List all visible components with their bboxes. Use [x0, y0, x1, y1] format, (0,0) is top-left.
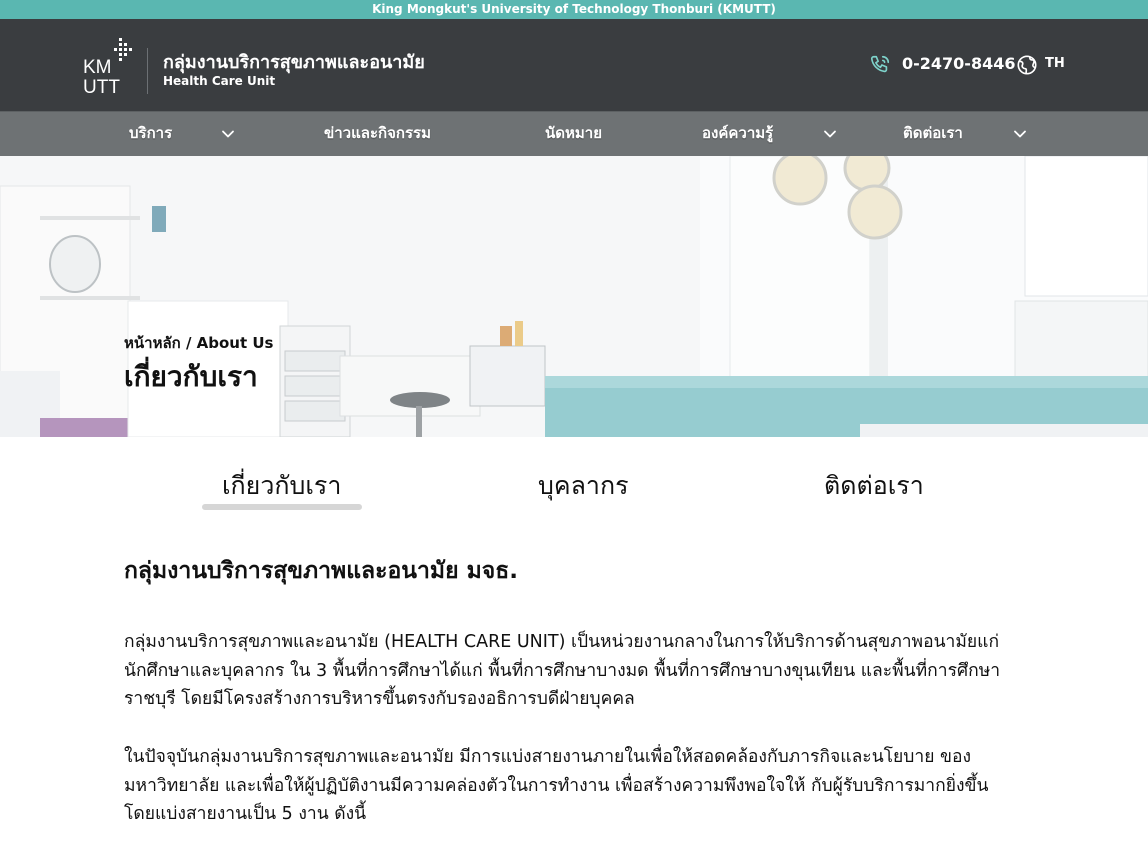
university-banner: King Mongkut's University of Technology …	[0, 0, 1148, 19]
tab-contact[interactable]: ติดต่อเรา	[824, 466, 924, 506]
tab-about[interactable]: เกี่ยวกับเรา	[222, 466, 341, 506]
logo-text-top: KM	[83, 57, 112, 78]
language-switcher[interactable]: TH	[1045, 56, 1065, 71]
breadcrumb[interactable]: หน้าหลัก / About Us	[124, 331, 273, 355]
logo-divider	[147, 48, 148, 94]
section-heading: กลุ่มงานบริการสุขภาพและอนามัย มจธ.	[124, 558, 518, 584]
nav-item-contact[interactable]: ติดต่อเรา	[903, 112, 963, 156]
nav-item-services[interactable]: บริการ	[129, 112, 172, 156]
phone-number[interactable]: 0-2470-8446	[902, 54, 1015, 73]
kmutt-logo[interactable]: KM UTT	[83, 37, 135, 98]
page-title: เกี่ยวกับเรา	[124, 360, 258, 393]
active-tab-indicator	[202, 504, 362, 510]
hero-banner: หน้าหลัก / About Us เกี่ยวกับเรา	[0, 156, 1148, 437]
site-header: KM UTT กลุ่มงานบริการสุขภาพและอนามัย Hea…	[0, 19, 1148, 111]
nav-item-appointment[interactable]: นัดหมาย	[545, 112, 602, 156]
about-paragraph-1: กลุ่มงานบริการสุขภาพและอนามัย (HEALTH CA…	[124, 632, 1001, 709]
logo-text-bottom: UTT	[83, 77, 120, 95]
nav-item-knowledge[interactable]: องค์ความรู้	[702, 112, 773, 156]
site-title[interactable]: กลุ่มงานบริการสุขภาพและอนามัย	[163, 47, 425, 76]
phone-icon	[869, 54, 891, 76]
logo-graphic: KM UTT	[83, 38, 132, 98]
chevron-down-icon[interactable]	[221, 127, 235, 141]
about-paragraph-2: ในปัจจุบันกลุ่มงานบริการสุขภาพและอนามัย …	[124, 747, 989, 824]
nav-item-news[interactable]: ข่าวและกิจกรรม	[324, 112, 431, 156]
chevron-down-icon[interactable]	[1013, 127, 1027, 141]
chevron-down-icon[interactable]	[823, 127, 837, 141]
tab-personnel[interactable]: บุคลากร	[538, 466, 629, 506]
main-navigation: บริการ ข่าวและกิจกรรม นัดหมาย องค์ความรู…	[0, 111, 1148, 156]
site-subtitle: Health Care Unit	[163, 74, 276, 88]
globe-icon[interactable]	[1016, 54, 1038, 76]
